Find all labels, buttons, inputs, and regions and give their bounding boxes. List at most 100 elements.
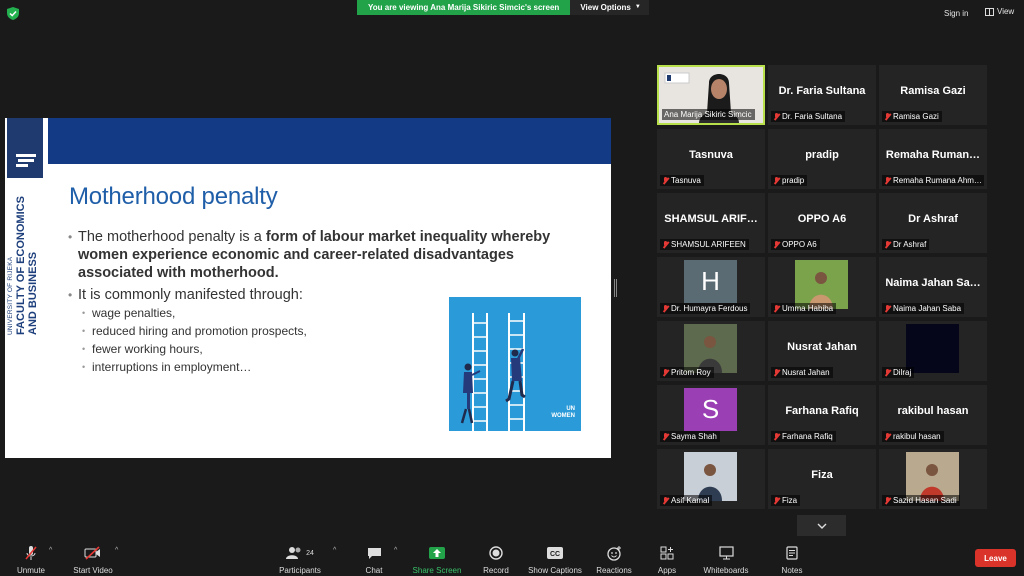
university-name: UNIVERSITY OF RIJEKA bbox=[7, 256, 14, 335]
participant-tile[interactable]: Dr Ashraf Dr Ashraf bbox=[879, 193, 987, 253]
whiteboards-label: Whiteboards bbox=[703, 566, 749, 575]
mic-muted-icon bbox=[884, 432, 891, 441]
participant-tile[interactable]: rakibul hasan rakibul hasan bbox=[879, 385, 987, 445]
participant-name-label: Umma Habiba bbox=[771, 303, 837, 314]
mic-muted-icon bbox=[773, 304, 780, 313]
participant-tile[interactable]: Naima Jahan Sa… Naima Jahan Saba bbox=[879, 257, 987, 317]
participant-name: Sazid Hasan Sadi bbox=[893, 496, 957, 505]
participant-display-name: Dr Ashraf bbox=[908, 213, 958, 225]
participant-tile[interactable]: OPPO A6 OPPO A6 bbox=[768, 193, 876, 253]
show-captions-button[interactable]: CC Show Captions bbox=[526, 544, 584, 575]
participant-name-label: Ramisa Gazi bbox=[882, 111, 942, 122]
notes-button[interactable]: Notes bbox=[778, 544, 806, 575]
participant-tile[interactable]: Tasnuva Tasnuva bbox=[657, 129, 765, 189]
gallery-scroll-down-button[interactable] bbox=[797, 515, 846, 536]
participant-name-label: OPPO A6 bbox=[771, 239, 820, 250]
participant-display-name: Dr. Faria Sultana bbox=[778, 85, 866, 97]
participants-button[interactable]: 24 Participants bbox=[276, 544, 324, 575]
mic-off-icon bbox=[12, 544, 50, 562]
participant-name: Dilraj bbox=[893, 368, 912, 377]
bullet-1-text: The motherhood penalty is a bbox=[78, 229, 266, 245]
participant-name: Naima Jahan Saba bbox=[893, 304, 962, 313]
unmute-button[interactable]: Unmute bbox=[12, 544, 50, 575]
participant-name: Umma Habiba bbox=[782, 304, 834, 313]
participant-name-label: Remaha Rumana Ahm… bbox=[882, 175, 984, 186]
slide-header-bar bbox=[48, 118, 611, 164]
participant-name: SHAMSUL ARIFEEN bbox=[671, 240, 746, 249]
participant-name-label: Fiza bbox=[771, 495, 801, 506]
whiteboards-button[interactable]: Whiteboards bbox=[700, 544, 752, 575]
reactions-label: Reactions bbox=[596, 566, 632, 575]
shared-screen[interactable]: UNIVERSITY OF RIJEKA FACULTY OF ECONOMIC… bbox=[5, 118, 611, 458]
apps-label: Apps bbox=[657, 566, 677, 575]
participant-name-label: Asif Kamal bbox=[660, 495, 713, 506]
unmute-label: Unmute bbox=[16, 566, 45, 575]
participant-display-name: Remaha Ruman… bbox=[885, 149, 981, 161]
participant-tile[interactable]: Dr. Faria Sultana Dr. Faria Sultana bbox=[768, 65, 876, 125]
participant-video bbox=[906, 324, 959, 373]
security-shield-icon[interactable] bbox=[7, 7, 19, 20]
bullet-1: • The motherhood penalty is a form of la… bbox=[68, 229, 551, 281]
chevron-down-icon: ▼ bbox=[634, 4, 641, 10]
chat-button[interactable]: Chat bbox=[360, 544, 388, 575]
participant-tile[interactable]: Ramisa Gazi Ramisa Gazi bbox=[879, 65, 987, 125]
participant-name: rakibul hasan bbox=[893, 432, 941, 441]
audio-options-caret-icon[interactable]: ^ bbox=[49, 547, 52, 554]
sub-bullet-text: reduced hiring and promotion prospects, bbox=[92, 324, 307, 338]
participant-display-name: pradip bbox=[805, 149, 839, 161]
start-video-button[interactable]: Start Video bbox=[70, 544, 116, 575]
share-screen-icon bbox=[410, 544, 464, 562]
participant-name: Asif Kamal bbox=[671, 496, 710, 505]
participant-video bbox=[795, 260, 848, 309]
share-screen-button[interactable]: Share Screen bbox=[410, 544, 464, 575]
record-button[interactable]: Record bbox=[480, 544, 512, 575]
participant-name: Sayma Shah bbox=[671, 432, 717, 441]
mic-muted-icon bbox=[662, 240, 669, 249]
participant-tile[interactable]: Pritom Roy bbox=[657, 321, 765, 381]
mic-muted-icon bbox=[662, 304, 669, 313]
participant-video bbox=[684, 452, 737, 501]
participant-tile[interactable]: Dilraj bbox=[879, 321, 987, 381]
participant-tile[interactable]: Nusrat Jahan Nusrat Jahan bbox=[768, 321, 876, 381]
participant-tile[interactable]: Fiza Fiza bbox=[768, 449, 876, 509]
show-captions-label: Show Captions bbox=[528, 566, 582, 575]
participant-count: 24 bbox=[306, 549, 314, 557]
slide-title: Motherhood penalty bbox=[69, 183, 278, 210]
view-button[interactable]: View bbox=[985, 7, 1014, 16]
participants-caret-icon[interactable]: ^ bbox=[333, 547, 336, 554]
participant-display-name: Naima Jahan Sa… bbox=[885, 277, 981, 289]
participant-tile[interactable]: Sazid Hasan Sadi bbox=[879, 449, 987, 509]
participant-display-name: OPPO A6 bbox=[797, 213, 847, 225]
participant-name-label: Ana Marija Sikiric Simcic bbox=[662, 109, 755, 120]
participant-name-label: Pritom Roy bbox=[660, 367, 714, 378]
participant-tile[interactable]: Ana Marija Sikiric Simcic bbox=[657, 65, 765, 125]
participant-tile[interactable]: SHAMSUL ARIF… SHAMSUL ARIFEEN bbox=[657, 193, 765, 253]
participant-name-label: SHAMSUL ARIFEEN bbox=[660, 239, 749, 250]
faculty-name-line1: FACULTY OF ECONOMICS bbox=[15, 196, 27, 335]
mic-muted-icon bbox=[773, 240, 780, 249]
reactions-button[interactable]: Reactions bbox=[594, 544, 634, 575]
brand-line-1: UN bbox=[566, 406, 575, 412]
participant-tile[interactable]: H Dr. Humayra Ferdous bbox=[657, 257, 765, 317]
view-options-button[interactable]: View Options ▼ bbox=[570, 0, 649, 15]
participant-name-label: Farhana Rafiq bbox=[771, 431, 836, 442]
participant-tile[interactable]: Farhana Rafiq Farhana Rafiq bbox=[768, 385, 876, 445]
participant-display-name: Fiza bbox=[811, 469, 833, 481]
participant-tile[interactable]: Remaha Ruman… Remaha Rumana Ahm… bbox=[879, 129, 987, 189]
participant-display-name: SHAMSUL ARIF… bbox=[664, 213, 758, 225]
leave-button[interactable]: Leave bbox=[975, 549, 1016, 567]
participant-tile[interactable]: Umma Habiba bbox=[768, 257, 876, 317]
participant-tile[interactable]: S Sayma Shah bbox=[657, 385, 765, 445]
chat-caret-icon[interactable]: ^ bbox=[394, 547, 397, 554]
video-options-caret-icon[interactable]: ^ bbox=[115, 547, 118, 554]
mic-muted-icon bbox=[884, 176, 891, 185]
participant-name-label: Dr. Faria Sultana bbox=[771, 111, 846, 122]
sign-in-link[interactable]: Sign in bbox=[944, 9, 968, 18]
participant-tile[interactable]: Asif Kamal bbox=[657, 449, 765, 509]
apps-button[interactable]: Apps bbox=[653, 544, 681, 575]
start-video-label: Start Video bbox=[73, 566, 113, 575]
panel-splitter-handle[interactable] bbox=[614, 279, 617, 297]
participant-avatar: H bbox=[684, 260, 737, 303]
participant-tile[interactable]: pradip pradip bbox=[768, 129, 876, 189]
video-off-icon bbox=[70, 544, 116, 562]
